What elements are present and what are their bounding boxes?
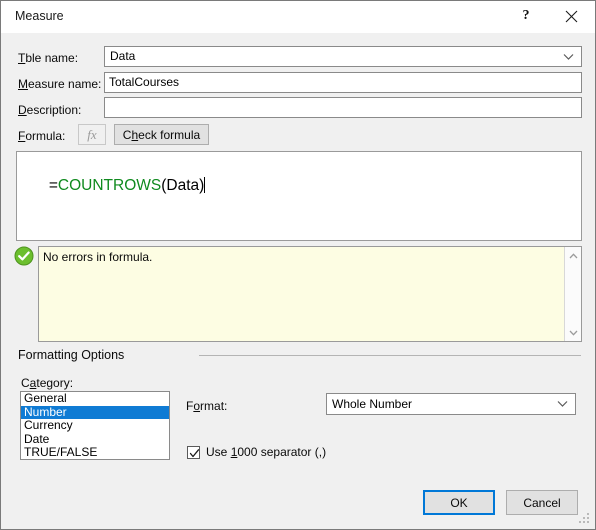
scroll-down-button[interactable] (565, 324, 581, 341)
table-name-value: Data (110, 49, 136, 63)
chevron-down-icon (569, 330, 577, 336)
use-1000-separator-checkbox[interactable]: Use 1000 separator (,) (187, 445, 326, 459)
formula-status-message: No errors in formula. (43, 250, 153, 264)
formula-arguments: (Data) (161, 177, 205, 194)
scroll-up-button[interactable] (565, 247, 581, 264)
category-label: Category: (21, 376, 74, 390)
category-option-general[interactable]: General (21, 392, 169, 406)
checkmark-icon (189, 448, 200, 457)
close-icon (565, 10, 577, 22)
category-option-number[interactable]: Number (21, 405, 169, 420)
measure-name-input[interactable]: TotalCourses (104, 72, 582, 93)
check-formula-button[interactable]: Check formula (114, 124, 209, 145)
category-option-currency[interactable]: Currency (21, 419, 169, 433)
description-input[interactable] (104, 97, 582, 118)
chevron-down-icon (563, 53, 574, 60)
check-formula-label: Check formula (122, 127, 201, 142)
formula-function-name: COUNTROWS (57, 177, 162, 194)
insert-function-button[interactable]: fx (78, 124, 106, 145)
table-name-label: Tble name: (18, 51, 79, 65)
close-button[interactable] (549, 1, 593, 31)
category-listbox[interactable]: General Number Currency Date TRUE/FALSE (20, 391, 170, 460)
description-label: Description: (18, 103, 82, 117)
measure-name-label: Measure name: (18, 77, 102, 91)
chevron-up-icon (569, 252, 577, 258)
table-name-combobox[interactable]: Data (104, 46, 582, 67)
formula-editor[interactable]: =COUNTROWS(Data) (16, 151, 582, 241)
ok-button[interactable]: OK (423, 490, 495, 515)
formula-status-scrollbar[interactable] (564, 247, 581, 341)
group-separator (199, 355, 581, 356)
measure-dialog: Measure ? Tble name: Data Measure name: … (0, 0, 596, 530)
help-button[interactable]: ? (504, 1, 548, 31)
cancel-button[interactable]: Cancel (506, 490, 578, 515)
formula-equals: = (48, 177, 58, 194)
formula-status-box: No errors in formula. (38, 246, 582, 342)
question-mark-icon: ? (522, 8, 530, 23)
text-caret (204, 177, 206, 193)
use-1000-separator-label: Use 1000 separator (,) (206, 445, 327, 459)
format-label: Format: (186, 399, 228, 413)
format-combobox[interactable]: Whole Number (326, 393, 576, 415)
formula-text: =COUNTROWS(Data) (23, 159, 206, 213)
category-option-date[interactable]: Date (21, 432, 169, 447)
formatting-options-title: Formatting Options (18, 348, 125, 362)
format-value: Whole Number (332, 397, 413, 411)
category-option-truefalse[interactable]: TRUE/FALSE (21, 446, 169, 459)
success-check-icon (14, 246, 34, 266)
formula-label: Formula: (18, 129, 66, 143)
checkbox-box[interactable] (187, 445, 200, 459)
window-title: Measure (15, 9, 64, 23)
chevron-down-icon (557, 401, 568, 407)
resize-grip[interactable] (579, 513, 591, 525)
title-bar: Measure ? (1, 1, 595, 33)
